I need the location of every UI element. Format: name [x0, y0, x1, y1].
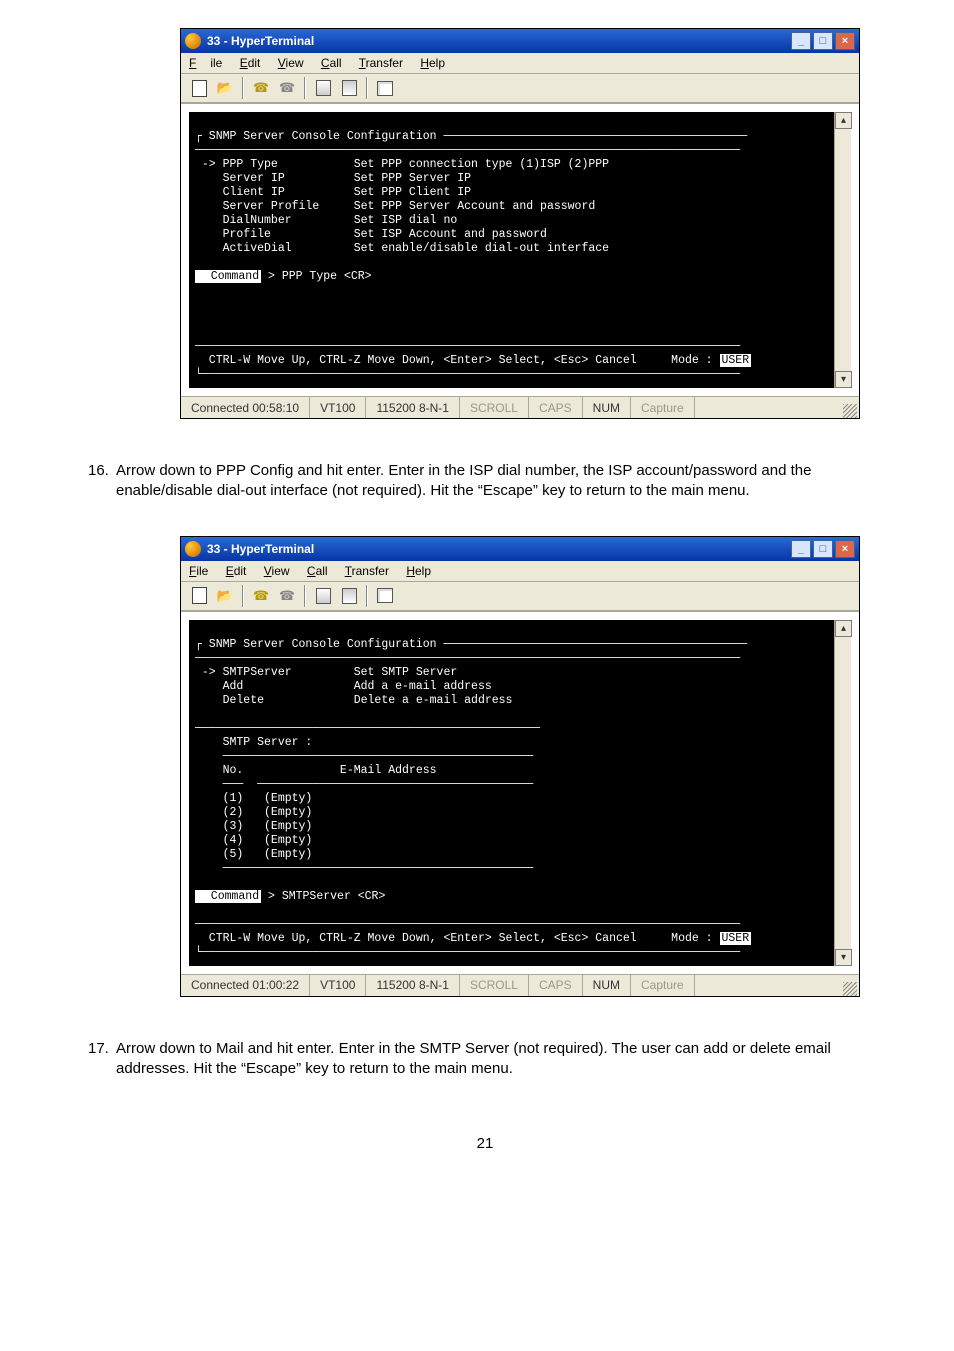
menu-bar: File Edit View Call Transfer Help — [181, 53, 859, 74]
close-button[interactable]: × — [835, 540, 855, 558]
instruction-17: 17.Arrow down to Mail and hit enter. Ent… — [88, 1039, 882, 1080]
status-bar: Connected 00:58:10 VT100 115200 8-N-1 SC… — [181, 396, 859, 418]
status-connected: Connected 00:58:10 — [181, 397, 310, 418]
maximize-button[interactable]: □ — [813, 540, 833, 558]
instruction-text: Arrow down to PPP Config and hit enter. … — [116, 461, 856, 502]
instruction-text: Arrow down to Mail and hit enter. Enter … — [116, 1039, 856, 1080]
open-icon[interactable] — [213, 77, 237, 99]
menu-help[interactable]: Help — [420, 56, 445, 70]
toolbar — [181, 74, 859, 103]
title-bar: 33 - HyperTerminal _ □ × — [181, 29, 859, 53]
status-num: NUM — [583, 975, 631, 996]
receive-icon[interactable] — [337, 77, 361, 99]
send-icon[interactable] — [311, 585, 335, 607]
status-scroll: SCROLL — [460, 975, 529, 996]
status-connected: Connected 01:00:22 — [181, 975, 310, 996]
menu-transfer[interactable]: Transfer — [359, 56, 403, 70]
terminal-output: ┌ SNMP Server Console Configuration ────… — [189, 620, 851, 966]
command-label: Command — [195, 890, 261, 903]
status-settings: 115200 8-N-1 — [366, 397, 460, 418]
window-title: 33 - HyperTerminal — [207, 542, 791, 556]
receive-icon[interactable] — [337, 585, 361, 607]
command-input[interactable]: > PPP Type <CR> — [261, 270, 371, 283]
disconnect-icon[interactable] — [275, 585, 299, 607]
instruction-number: 17. — [88, 1039, 116, 1059]
hyperterminal-window-1: 33 - HyperTerminal _ □ × File Edit View … — [180, 28, 860, 419]
menu-file[interactable]: File — [189, 56, 222, 70]
status-capture: Capture — [631, 397, 695, 418]
scroll-down-icon[interactable]: ▾ — [835, 949, 852, 966]
menu-edit[interactable]: Edit — [240, 56, 261, 70]
scroll-up-icon[interactable]: ▴ — [835, 620, 852, 637]
call-icon[interactable] — [249, 585, 273, 607]
page-number: 21 — [88, 1135, 882, 1152]
maximize-button[interactable]: □ — [813, 32, 833, 50]
resize-grip-icon[interactable] — [843, 982, 857, 996]
menu-transfer[interactable]: Transfer — [345, 564, 389, 578]
properties-icon[interactable] — [373, 77, 397, 99]
status-settings: 115200 8-N-1 — [366, 975, 460, 996]
window-title: 33 - HyperTerminal — [207, 34, 791, 48]
app-icon — [185, 33, 201, 49]
menu-bar: File Edit View Call Transfer Help — [181, 561, 859, 582]
new-icon[interactable] — [187, 77, 211, 99]
status-caps: CAPS — [529, 975, 583, 996]
menu-view[interactable]: View — [278, 56, 304, 70]
scrollbar[interactable]: ▴ ▾ — [834, 620, 851, 966]
hyperterminal-window-2: 33 - HyperTerminal _ □ × File Edit View … — [180, 536, 860, 997]
minimize-button[interactable]: _ — [791, 32, 811, 50]
toolbar — [181, 582, 859, 611]
scroll-up-icon[interactable]: ▴ — [835, 112, 852, 129]
send-icon[interactable] — [311, 77, 335, 99]
open-icon[interactable] — [213, 585, 237, 607]
status-emulation: VT100 — [310, 975, 366, 996]
menu-edit[interactable]: Edit — [226, 564, 247, 578]
mode-badge: USER — [720, 354, 752, 367]
status-scroll: SCROLL — [460, 397, 529, 418]
instruction-number: 16. — [88, 461, 116, 481]
resize-grip-icon[interactable] — [843, 404, 857, 418]
status-emulation: VT100 — [310, 397, 366, 418]
menu-call[interactable]: Call — [321, 56, 342, 70]
properties-icon[interactable] — [373, 585, 397, 607]
scroll-down-icon[interactable]: ▾ — [835, 371, 852, 388]
menu-file[interactable]: File — [189, 564, 208, 578]
close-button[interactable]: × — [835, 32, 855, 50]
scrollbar[interactable]: ▴ ▾ — [834, 112, 851, 388]
command-label: Command — [195, 270, 261, 283]
instruction-16: 16.Arrow down to PPP Config and hit ente… — [88, 461, 882, 502]
status-capture: Capture — [631, 975, 695, 996]
minimize-button[interactable]: _ — [791, 540, 811, 558]
menu-help[interactable]: Help — [406, 564, 431, 578]
disconnect-icon[interactable] — [275, 77, 299, 99]
menu-view[interactable]: View — [264, 564, 290, 578]
menu-call[interactable]: Call — [307, 564, 328, 578]
new-icon[interactable] — [187, 585, 211, 607]
app-icon — [185, 541, 201, 557]
mode-badge: USER — [720, 932, 752, 945]
status-caps: CAPS — [529, 397, 583, 418]
call-icon[interactable] — [249, 77, 273, 99]
status-bar: Connected 01:00:22 VT100 115200 8-N-1 SC… — [181, 974, 859, 996]
terminal-output: ┌ SNMP Server Console Configuration ────… — [189, 112, 851, 388]
command-input[interactable]: > SMTPServer <CR> — [261, 890, 385, 903]
title-bar: 33 - HyperTerminal _ □ × — [181, 537, 859, 561]
status-num: NUM — [583, 397, 631, 418]
